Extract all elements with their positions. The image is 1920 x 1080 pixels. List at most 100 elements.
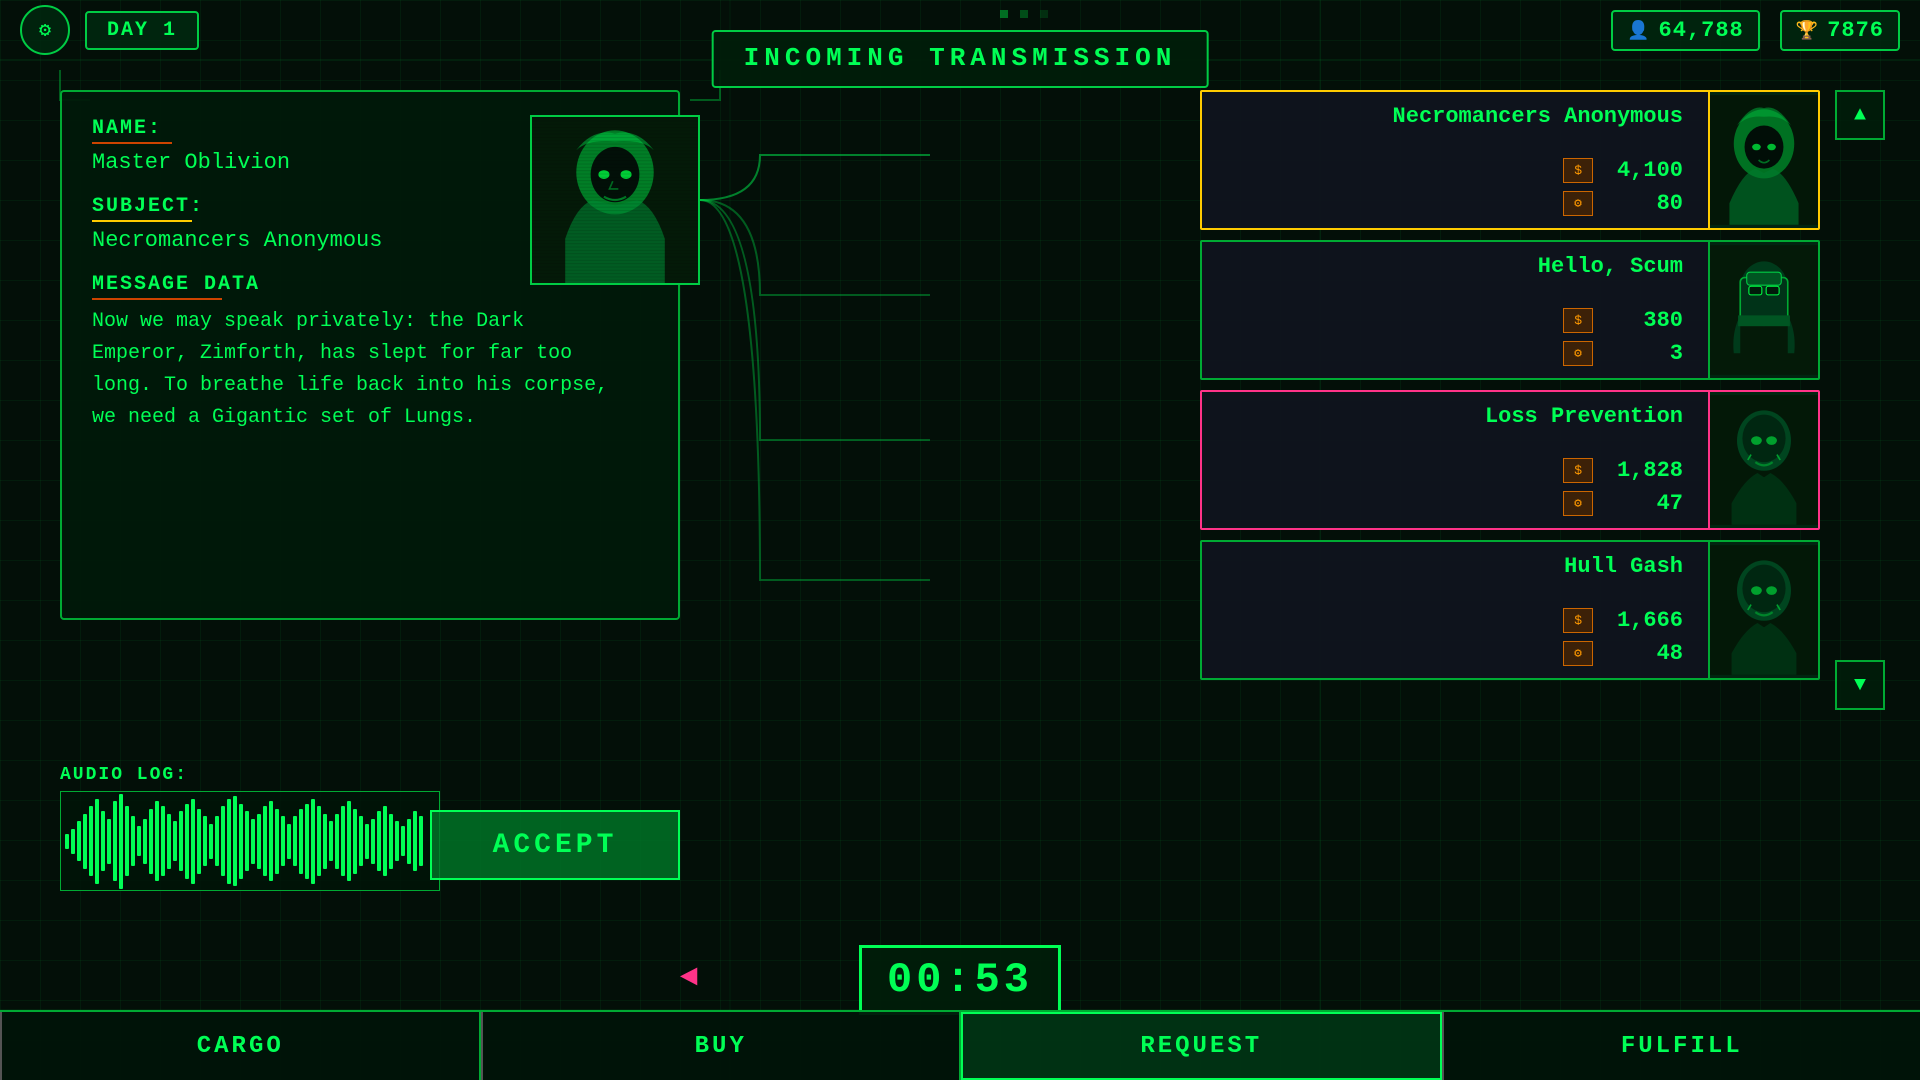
- waveform-bar: [377, 811, 381, 871]
- waveform-bar: [311, 799, 315, 884]
- bottom-nav: CARGO BUY REQUEST FULFILL: [0, 1010, 1920, 1080]
- waveform-bar: [401, 826, 405, 856]
- credits-icon-box: $: [1563, 158, 1593, 183]
- waveform-bar: [173, 821, 177, 861]
- mission-stats: $ 1,828 ⚙ 47: [1217, 458, 1693, 516]
- mission-info: Necromancers Anonymous $ 4,100 ⚙ 80: [1202, 92, 1708, 228]
- waveform-bar: [287, 824, 291, 859]
- waveform-bar: [317, 806, 321, 876]
- rep-amount: 80: [1603, 191, 1683, 216]
- mission-card[interactable]: Loss Prevention $ 1,828 ⚙ 47: [1200, 390, 1820, 530]
- audio-label: AUDIO LOG:: [60, 765, 440, 785]
- waveform-bar: [71, 829, 75, 854]
- waveform-bar: [305, 804, 309, 879]
- waveform-bar: [245, 811, 249, 871]
- audio-log: AUDIO LOG:: [60, 765, 440, 895]
- rep-symbol: ⚙: [1574, 646, 1582, 661]
- waveform-bar: [275, 809, 279, 874]
- credits-row: $ 1,828: [1217, 458, 1683, 483]
- waveform-bar: [251, 819, 255, 864]
- scroll-bar: ▲ ▼: [1830, 90, 1890, 710]
- credits-amount: 4,100: [1603, 158, 1683, 183]
- waveform-bar: [239, 804, 243, 879]
- waveform-bar: [95, 799, 99, 884]
- speaker-portrait-svg: [532, 117, 698, 283]
- waveform-bar: [83, 814, 87, 869]
- waveform-bar: [155, 801, 159, 881]
- waveform-bar: [227, 799, 231, 884]
- waveform-bar: [197, 809, 201, 874]
- timer-display: 00:53: [859, 945, 1061, 1015]
- waveform-bar: [323, 814, 327, 869]
- timer-arrow-icon: ◄: [680, 961, 698, 995]
- waveform-bar: [281, 816, 285, 866]
- waveform-bar: [77, 821, 81, 861]
- mission-portrait: [1708, 242, 1818, 378]
- credits-row: $ 4,100: [1217, 158, 1683, 183]
- waveform-bar: [329, 821, 333, 861]
- waveform-bar: [149, 809, 153, 874]
- waveform-bar: [257, 814, 261, 869]
- message-body: Now we may speak privately: the Dark Emp…: [92, 306, 648, 434]
- credits-symbol: $: [1574, 463, 1582, 478]
- mission-card[interactable]: Necromancers Anonymous $ 4,100 ⚙ 80: [1200, 90, 1820, 230]
- mission-stats: $ 4,100 ⚙ 80: [1217, 158, 1693, 216]
- credits-symbol: $: [1574, 313, 1582, 328]
- transmission-title: INCOMING TRANSMISSION: [712, 30, 1209, 88]
- rep-row: ⚙ 47: [1217, 491, 1683, 516]
- waveform-bar: [185, 804, 189, 879]
- mission-stats: $ 1,666 ⚙ 48: [1217, 608, 1693, 666]
- waveform-bar: [215, 816, 219, 866]
- buy-button[interactable]: BUY: [481, 1012, 962, 1080]
- credits-icon-box: $: [1563, 308, 1593, 333]
- rep-row: ⚙ 3: [1217, 341, 1683, 366]
- waveform-bar: [161, 806, 165, 876]
- rep-icon-box: ⚙: [1563, 341, 1593, 366]
- fulfill-button[interactable]: FULFILL: [1442, 1012, 1920, 1080]
- cargo-button[interactable]: CARGO: [0, 1012, 481, 1080]
- waveform-bar: [221, 806, 225, 876]
- mission-card[interactable]: Hello, Scum $ 380 ⚙ 3: [1200, 240, 1820, 380]
- rep-icon-box: ⚙: [1563, 641, 1593, 666]
- waveform-bar: [167, 814, 171, 869]
- credits-symbol: $: [1574, 163, 1582, 178]
- credits-icon-box: $: [1563, 608, 1593, 633]
- rep-amount: 3: [1603, 341, 1683, 366]
- waveform-bar: [203, 816, 207, 866]
- day-badge: DAY 1: [85, 11, 199, 50]
- waveform-bar: [341, 806, 345, 876]
- credits-icon-box: $: [1563, 458, 1593, 483]
- waveform-bar: [269, 801, 273, 881]
- settings-button[interactable]: ⚙: [20, 5, 70, 55]
- request-button[interactable]: REQUEST: [961, 1012, 1442, 1080]
- waveform-bar: [89, 806, 93, 876]
- scroll-down-arrow[interactable]: ▼: [1835, 660, 1885, 710]
- waveform-bar: [365, 824, 369, 859]
- waveform-bar: [383, 806, 387, 876]
- waveform-bar: [389, 814, 393, 869]
- credits-row: $ 1,666: [1217, 608, 1683, 633]
- credits-row: $ 380: [1217, 308, 1683, 333]
- mission-info: Hello, Scum $ 380 ⚙ 3: [1202, 242, 1708, 378]
- mission-card[interactable]: Hull Gash $ 1,666 ⚙ 48: [1200, 540, 1820, 680]
- waveform-bar: [419, 816, 423, 866]
- mission-title: Hello, Scum: [1217, 254, 1693, 279]
- rep-row: ⚙ 80: [1217, 191, 1683, 216]
- waveform-bar: [335, 814, 339, 869]
- rep-amount: 48: [1603, 641, 1683, 666]
- waveform-bar: [65, 834, 69, 849]
- waveform-bar: [353, 809, 357, 874]
- credits-amount: 1,828: [1603, 458, 1683, 483]
- waveform-bars: [61, 792, 439, 890]
- mission-title: Necromancers Anonymous: [1217, 104, 1693, 129]
- waveform-bar: [191, 799, 195, 884]
- rep-amount: 47: [1603, 491, 1683, 516]
- scroll-up-arrow[interactable]: ▲: [1835, 90, 1885, 140]
- rep-symbol: ⚙: [1574, 196, 1582, 211]
- waveform-bar: [395, 821, 399, 861]
- waveform-bar: [113, 801, 117, 881]
- rep-icon-box: ⚙: [1563, 491, 1593, 516]
- mission-info: Loss Prevention $ 1,828 ⚙ 47: [1202, 392, 1708, 528]
- accept-button[interactable]: ACCEPT: [430, 810, 680, 880]
- credits-symbol: $: [1574, 613, 1582, 628]
